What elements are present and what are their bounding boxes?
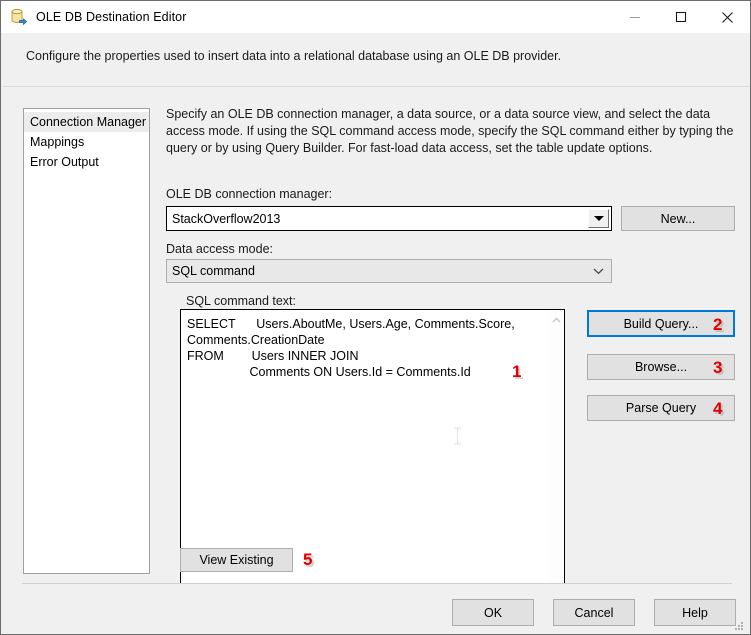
pane-description: Specify an OLE DB connection manager, a …: [166, 107, 734, 155]
browse-button[interactable]: Browse...: [587, 354, 735, 380]
sidebar-item-label: Error Output: [30, 155, 99, 169]
footer-separator: [22, 583, 732, 584]
page-list: Connection Manager Mappings Error Output: [23, 108, 150, 574]
help-button[interactable]: Help: [654, 599, 736, 626]
parse-query-button[interactable]: Parse Query: [587, 395, 735, 421]
dialog-footer: OK Cancel Help: [2, 583, 749, 634]
sidebar-item-label: Mappings: [30, 135, 85, 149]
dialog-body: Connection Manager Mappings Error Output…: [2, 87, 749, 614]
sidebar-item-label: Connection Manager: [30, 115, 147, 129]
data-access-mode-label: Data access mode:: [166, 242, 273, 256]
resize-grip-icon[interactable]: [733, 619, 745, 631]
chevron-up-icon[interactable]: [548, 313, 565, 327]
build-query-button[interactable]: Build Query...: [587, 310, 735, 337]
dialog-description: Configure the properties used to insert …: [26, 49, 562, 63]
chevron-down-icon[interactable]: [588, 209, 609, 228]
connection-manager-value: StackOverflow2013: [172, 211, 281, 226]
close-button[interactable]: [704, 1, 750, 33]
data-access-mode-combobox[interactable]: SQL command: [166, 259, 612, 283]
ok-button[interactable]: OK: [452, 599, 534, 626]
new-connection-button[interactable]: New...: [621, 206, 735, 231]
sql-command-text-label: SQL command text:: [186, 294, 296, 308]
connection-manager-pane: Specify an OLE DB connection manager, a …: [157, 87, 749, 614]
header-band: Configure the properties used to insert …: [2, 33, 749, 87]
ole-db-destination-editor-window: OLE DB Destination Editor Configure the …: [0, 0, 751, 635]
close-icon: [721, 11, 733, 23]
cancel-button[interactable]: Cancel: [553, 599, 635, 626]
minimize-button[interactable]: [612, 1, 658, 33]
window-title: OLE DB Destination Editor: [36, 10, 187, 24]
database-destination-icon: [10, 8, 28, 26]
sql-textarea-scrollbar[interactable]: [547, 310, 564, 613]
chevron-down-icon[interactable]: [585, 267, 611, 275]
connection-manager-label: OLE DB connection manager:: [166, 187, 333, 201]
sidebar-item-connection-manager[interactable]: Connection Manager: [24, 112, 149, 132]
connection-manager-combobox[interactable]: StackOverflow2013: [166, 206, 612, 231]
view-existing-button[interactable]: View Existing: [180, 548, 293, 572]
sidebar-item-mappings[interactable]: Mappings: [24, 132, 149, 152]
sidebar-item-error-output[interactable]: Error Output: [24, 152, 149, 172]
title-bar: OLE DB Destination Editor: [1, 1, 750, 33]
window-controls: [612, 1, 750, 33]
minimize-icon: [630, 17, 640, 18]
maximize-button[interactable]: [658, 1, 704, 33]
maximize-icon: [675, 11, 687, 23]
data-access-mode-value: SQL command: [172, 264, 255, 278]
text-cursor-icon: [453, 427, 462, 445]
